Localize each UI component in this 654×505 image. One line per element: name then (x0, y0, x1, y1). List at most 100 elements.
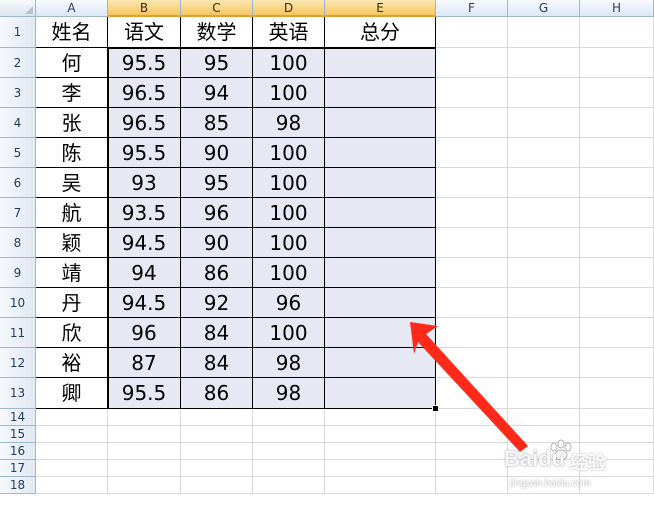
row-header-14[interactable]: 14 (0, 409, 36, 426)
cell-f5[interactable] (436, 138, 508, 168)
cell-h13[interactable] (580, 378, 654, 409)
column-header-g[interactable]: G (508, 0, 580, 17)
cell-c9[interactable]: 86 (181, 258, 253, 288)
cell-c12[interactable]: 84 (181, 348, 253, 378)
cell-b16[interactable] (108, 443, 181, 460)
cell-b18[interactable] (108, 477, 181, 494)
row-header-18[interactable]: 18 (0, 477, 36, 494)
cell-h11[interactable] (580, 318, 654, 348)
cell-h12[interactable] (580, 348, 654, 378)
cell-e17[interactable] (325, 460, 436, 477)
cell-h3[interactable] (580, 78, 654, 108)
cell-h2[interactable] (580, 48, 654, 78)
column-header-f[interactable]: F (436, 0, 508, 17)
cell-g10[interactable] (508, 288, 580, 318)
row-header-17[interactable]: 17 (0, 460, 36, 477)
cell-e14[interactable] (325, 409, 436, 426)
row-header-1[interactable]: 1 (0, 17, 36, 48)
cell-c14[interactable] (181, 409, 253, 426)
column-header-e[interactable]: E (325, 0, 436, 17)
cell-a5[interactable]: 陈 (36, 138, 108, 168)
column-header-b[interactable]: B (108, 0, 181, 17)
cell-a10[interactable]: 丹 (36, 288, 108, 318)
cell-d5[interactable]: 100 (253, 138, 325, 168)
cell-a13[interactable]: 卿 (36, 378, 108, 409)
cell-a14[interactable] (36, 409, 108, 426)
cell-d18[interactable] (253, 477, 325, 494)
cell-f6[interactable] (436, 168, 508, 198)
fill-handle[interactable] (432, 405, 439, 412)
cell-a18[interactable] (36, 477, 108, 494)
row-header-9[interactable]: 9 (0, 258, 36, 288)
cell-d13[interactable]: 98 (253, 378, 325, 409)
row-header-7[interactable]: 7 (0, 198, 36, 228)
cell-d14[interactable] (253, 409, 325, 426)
cell-g3[interactable] (508, 78, 580, 108)
cell-b9[interactable]: 94 (108, 258, 181, 288)
cell-c18[interactable] (181, 477, 253, 494)
row-header-16[interactable]: 16 (0, 443, 36, 460)
cell-a8[interactable]: 颖 (36, 228, 108, 258)
cell-b14[interactable] (108, 409, 181, 426)
cell-d8[interactable]: 100 (253, 228, 325, 258)
cell-f4[interactable] (436, 108, 508, 138)
cell-b2[interactable]: 95.5 (108, 48, 181, 78)
cell-b1[interactable]: 语文 (108, 17, 181, 48)
cell-a11[interactable]: 欣 (36, 318, 108, 348)
cell-g9[interactable] (508, 258, 580, 288)
cell-e11[interactable] (325, 318, 436, 348)
row-header-11[interactable]: 11 (0, 318, 36, 348)
cell-b3[interactable]: 96.5 (108, 78, 181, 108)
cell-f7[interactable] (436, 198, 508, 228)
cell-d10[interactable]: 96 (253, 288, 325, 318)
cell-h1[interactable] (580, 17, 654, 48)
cell-d16[interactable] (253, 443, 325, 460)
cell-e9[interactable] (325, 258, 436, 288)
cell-e18[interactable] (325, 477, 436, 494)
cell-f11[interactable] (436, 318, 508, 348)
cell-a4[interactable]: 张 (36, 108, 108, 138)
cell-h14[interactable] (580, 409, 654, 426)
cell-c2[interactable]: 95 (181, 48, 253, 78)
row-header-4[interactable]: 4 (0, 108, 36, 138)
cell-d17[interactable] (253, 460, 325, 477)
spreadsheet-grid[interactable]: A B C D E F G H 1 2 3 4 5 6 7 8 9 10 11 12 13 14 15 16 17 18 姓名 语文数… (0, 0, 654, 505)
cell-g11[interactable] (508, 318, 580, 348)
cell-f9[interactable] (436, 258, 508, 288)
cell-c1[interactable]: 数学 (181, 17, 253, 48)
cell-f2[interactable] (436, 48, 508, 78)
cell-a16[interactable] (36, 443, 108, 460)
cell-g6[interactable] (508, 168, 580, 198)
cell-f1[interactable] (436, 17, 508, 48)
cell-a2[interactable]: 何 (36, 48, 108, 78)
cell-e4[interactable] (325, 108, 436, 138)
cell-e7[interactable] (325, 198, 436, 228)
row-header-8[interactable]: 8 (0, 228, 36, 258)
cell-a17[interactable] (36, 460, 108, 477)
cell-e6[interactable] (325, 168, 436, 198)
cell-h4[interactable] (580, 108, 654, 138)
cell-b8[interactable]: 94.5 (108, 228, 181, 258)
cell-c7[interactable]: 96 (181, 198, 253, 228)
cell-h10[interactable] (580, 288, 654, 318)
cell-d1[interactable]: 英语 (253, 17, 325, 48)
row-header-2[interactable]: 2 (0, 48, 36, 78)
cell-a9[interactable]: 靖 (36, 258, 108, 288)
cell-b17[interactable] (108, 460, 181, 477)
cell-g7[interactable] (508, 198, 580, 228)
cell-c5[interactable]: 90 (181, 138, 253, 168)
cell-a3[interactable]: 李 (36, 78, 108, 108)
row-header-13[interactable]: 13 (0, 378, 36, 409)
row-header-5[interactable]: 5 (0, 138, 36, 168)
cell-c6[interactable]: 95 (181, 168, 253, 198)
cell-g12[interactable] (508, 348, 580, 378)
cell-g8[interactable] (508, 228, 580, 258)
cell-e16[interactable] (325, 443, 436, 460)
cell-e13[interactable] (325, 378, 436, 409)
column-header-h[interactable]: H (580, 0, 654, 17)
cell-g2[interactable] (508, 48, 580, 78)
cell-g1[interactable] (508, 17, 580, 48)
cell-h6[interactable] (580, 168, 654, 198)
cell-e2[interactable] (325, 48, 436, 78)
cell-g4[interactable] (508, 108, 580, 138)
